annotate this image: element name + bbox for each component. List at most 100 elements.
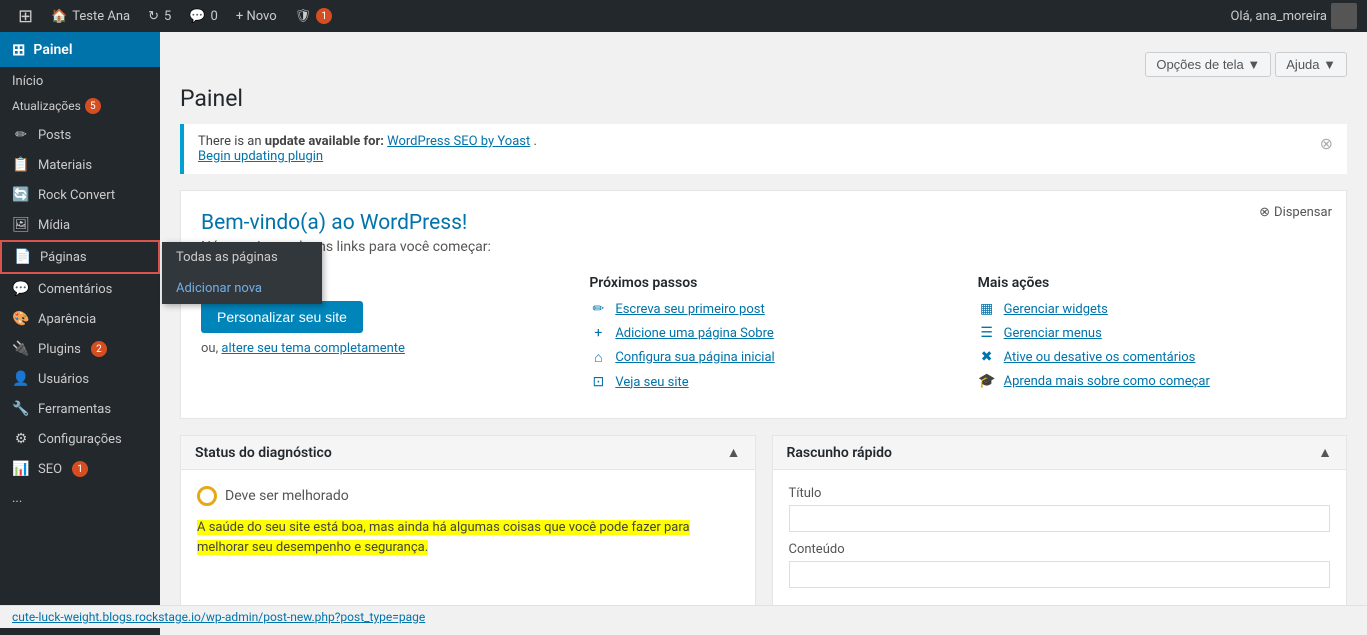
sidebar: ⊞ Painel Início Atualizações 5 ✏ Posts 📋…	[0, 32, 160, 635]
sidebar-item-usuarios[interactable]: 👤 Usuários	[0, 364, 160, 394]
adminbar-right: Olá, ana_moreira	[1230, 3, 1357, 29]
screen-options-button[interactable]: Opções de tela ▼	[1145, 52, 1271, 77]
admin-bar: ⊞ 🏠 Teste Ana ↻ 5 💬 0 + Novo 🛡 1 Olá, an…	[0, 0, 1367, 32]
list-item: ▦Gerenciar widgets	[978, 301, 1326, 317]
view-site-link[interactable]: Veja seu site	[615, 375, 688, 390]
conteudo-label: Conteúdo	[789, 542, 1331, 557]
site-icon: 🏠	[51, 9, 67, 24]
welcome-col-more: Mais ações ▦Gerenciar widgets ☰Gerenciar…	[978, 275, 1326, 398]
adminbar-new[interactable]: + Novo	[228, 0, 285, 32]
widgets-link[interactable]: Gerenciar widgets	[1004, 302, 1108, 317]
learn-link[interactable]: Aprenda mais sobre como começar	[1004, 374, 1210, 389]
page-title: Painel	[180, 85, 1347, 112]
notice-plugin-link[interactable]: WordPress SEO by Yoast	[387, 134, 530, 149]
sidebar-updates[interactable]: Atualizações 5	[0, 96, 160, 120]
adminbar-wp-logo[interactable]: ⊞	[10, 0, 41, 32]
list-item: + Adicione uma página Sobre	[589, 325, 937, 341]
welcome-dismiss-button[interactable]: ⊗ Dispensar	[1259, 205, 1332, 220]
comments-icon: 💬	[189, 9, 205, 24]
sidebar-item-aparencia[interactable]: 🎨 Aparência	[0, 304, 160, 334]
midia-icon: 🖼	[12, 217, 30, 233]
sidebar-item-plugins[interactable]: 🔌 Plugins 2	[0, 334, 160, 364]
menus-link[interactable]: Gerenciar menus	[1004, 326, 1102, 341]
welcome-title: Bem-vindo(a) ao WordPress!	[201, 211, 1326, 235]
panel-row: Status do diagnóstico ▲ Deve ser melhora…	[180, 435, 1347, 615]
write-post-link[interactable]: Escreva seu primeiro post	[615, 302, 764, 317]
plugins-icon: 🔌	[12, 341, 30, 357]
paginas-dropdown: Todas as páginas Adicionar nova	[162, 242, 322, 304]
titulo-input[interactable]	[789, 505, 1331, 532]
site-name-label: Teste Ana	[72, 9, 130, 24]
sidebar-item-configuracoes[interactable]: ⚙ Configurações	[0, 424, 160, 454]
sidebar-item-posts[interactable]: ✏ Posts	[0, 120, 160, 150]
comments-toggle-link[interactable]: Ative ou desative os comentários	[1004, 350, 1196, 365]
help-button[interactable]: Ajuda ▼	[1275, 52, 1347, 77]
midia-label: Mídia	[38, 218, 70, 233]
sidebar-item-paginas[interactable]: 📄 Páginas Todas as páginas Adicionar nov…	[0, 240, 160, 274]
notice-update-link[interactable]: Begin updating plugin	[198, 149, 323, 164]
conteudo-input[interactable]	[789, 561, 1331, 588]
sidebar-item-more[interactable]: ...	[0, 484, 160, 513]
notice-close-button[interactable]: ⊗	[1320, 134, 1333, 153]
inicio-label: Início	[12, 74, 43, 89]
dropdown-adicionar-nova[interactable]: Adicionar nova	[162, 273, 322, 304]
customize-site-button[interactable]: Personalizar seu site	[201, 301, 363, 333]
adminbar-comments[interactable]: 💬 0	[181, 0, 226, 32]
titulo-field: Título	[789, 486, 1331, 532]
plugins-label: Plugins	[38, 342, 81, 357]
status-circle	[197, 486, 217, 506]
titulo-label: Título	[789, 486, 1331, 501]
paginas-icon: 📄	[14, 249, 32, 265]
ferramentas-icon: 🔧	[12, 401, 30, 417]
rascunho-header: Rascunho rápido ▲	[773, 436, 1347, 470]
diagnostico-collapse-button[interactable]: ▲	[727, 444, 741, 461]
sidebar-item-rock-convert[interactable]: 🔄 Rock Convert	[0, 180, 160, 210]
sidebar-item-comentarios[interactable]: 💬 Comentários	[0, 274, 160, 304]
plugin-badge: 1	[316, 8, 332, 24]
adminbar-site-name[interactable]: 🏠 Teste Ana	[43, 0, 138, 32]
adminbar-updates[interactable]: ↻ 5	[140, 0, 179, 32]
sidebar-item-inicio[interactable]: Início	[0, 67, 160, 96]
sidebar-item-seo[interactable]: 📊 SEO 1	[0, 454, 160, 484]
adminbar-left: ⊞ 🏠 Teste Ana ↻ 5 💬 0 + Novo 🛡 1	[10, 0, 1230, 32]
seo-label: SEO	[38, 462, 62, 477]
sidebar-item-materiais[interactable]: 📋 Materiais	[0, 150, 160, 180]
sidebar-brand[interactable]: ⊞ Painel	[0, 32, 160, 67]
sidebar-item-ferramentas[interactable]: 🔧 Ferramentas	[0, 394, 160, 424]
welcome-subtitle: Nós reunimos alguns links para você come…	[201, 239, 1326, 255]
screen-options-row: Opções de tela ▼ Ajuda ▼	[180, 52, 1347, 77]
learn-icon: 🎓	[978, 373, 996, 389]
dropdown-todas-paginas[interactable]: Todas as páginas	[162, 242, 322, 273]
status-text: Deve ser melhorado	[225, 488, 349, 504]
seo-badge: 1	[72, 461, 88, 477]
brand-icon: ⊞	[12, 40, 25, 59]
list-item: ☰Gerenciar menus	[978, 325, 1326, 341]
rock-convert-icon: 🔄	[12, 187, 30, 203]
comments-toggle-icon: ✖	[978, 349, 996, 365]
list-item: ⊡Veja seu site	[589, 374, 937, 390]
notice-box: There is an update available for: WordPr…	[180, 124, 1347, 174]
user-avatar[interactable]	[1331, 3, 1357, 29]
seo-icon: 📊	[12, 461, 30, 477]
more-heading: Mais ações	[978, 275, 1326, 291]
add-page-link[interactable]: Adicione uma página Sobre	[615, 326, 773, 341]
configuracoes-icon: ⚙	[12, 431, 30, 447]
add-page-icon: +	[589, 325, 607, 341]
sidebar-item-midia[interactable]: 🖼 Mídia	[0, 210, 160, 240]
start-or-row: ou, altere seu tema completamente	[201, 341, 549, 356]
next-steps-list: ✏Escreva seu primeiro post + Adicione uma…	[589, 301, 937, 390]
welcome-columns: Comece a usar Personalizar seu site ou, …	[201, 275, 1326, 398]
footer-url[interactable]: cute-luck-weight.blogs.rockstage.io/wp-a…	[12, 610, 425, 624]
rascunho-collapse-button[interactable]: ▲	[1318, 444, 1332, 461]
posts-icon: ✏	[12, 127, 30, 143]
front-page-link[interactable]: Configura sua página inicial	[615, 350, 774, 365]
diagnostico-body: Deve ser melhorado A saúde do seu site e…	[181, 470, 755, 573]
list-item: ⌂Configura sua página inicial	[589, 349, 937, 366]
configuracoes-label: Configurações	[38, 432, 122, 447]
diagnostico-panel: Status do diagnóstico ▲ Deve ser melhora…	[180, 435, 756, 615]
adminbar-plugin[interactable]: 🛡 1	[287, 0, 341, 32]
list-item: ✏Escreva seu primeiro post	[589, 301, 937, 317]
change-theme-link[interactable]: altere seu tema completamente	[221, 341, 405, 356]
main-content: Opções de tela ▼ Ajuda ▼ Painel There is…	[160, 32, 1367, 635]
materiais-icon: 📋	[12, 157, 30, 173]
